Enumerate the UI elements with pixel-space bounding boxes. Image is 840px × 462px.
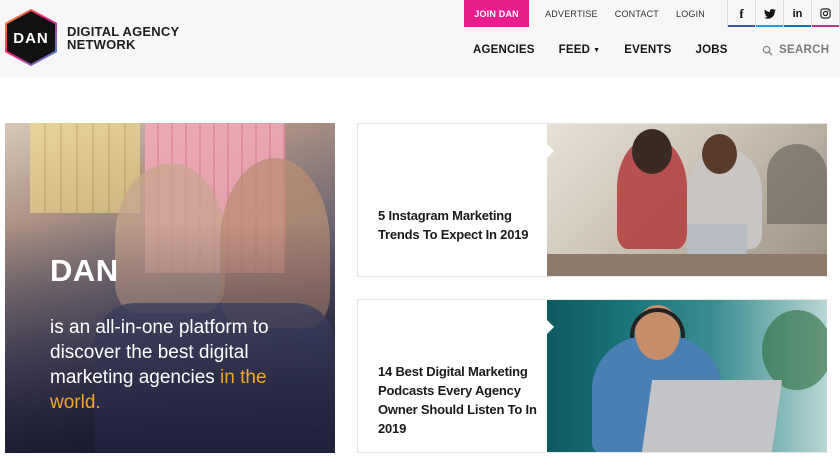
- facebook-icon: f: [739, 5, 744, 21]
- article-image[interactable]: [547, 124, 827, 276]
- card-notch: [547, 144, 554, 158]
- nav-events[interactable]: EVENTS: [624, 44, 671, 56]
- card-notch: [547, 320, 554, 334]
- twitter-icon: [763, 8, 776, 19]
- caret-down-icon: ▼: [593, 46, 601, 54]
- image-person-head: [632, 129, 672, 174]
- twitter-link[interactable]: [756, 0, 784, 27]
- nav-jobs[interactable]: JOBS: [696, 44, 728, 56]
- search-label: SEARCH: [779, 44, 830, 56]
- search-icon: [762, 45, 773, 56]
- linkedin-icon: in: [792, 7, 803, 20]
- contact-link[interactable]: CONTACT: [615, 9, 659, 19]
- nav-agencies[interactable]: AGENCIES: [473, 44, 535, 56]
- site-header: DAN DIGITAL AGENCY NETWORK JOIN DAN ADVE…: [0, 0, 840, 77]
- facebook-link[interactable]: f: [728, 0, 756, 27]
- twitter-underline: [756, 25, 783, 27]
- site-logo[interactable]: DAN DIGITAL AGENCY NETWORK: [5, 9, 179, 66]
- nav-feed-label: FEED: [558, 44, 591, 56]
- nav-agencies-label: AGENCIES: [473, 44, 535, 56]
- top-bar: JOIN DAN ADVERTISE CONTACT LOGIN f in: [464, 0, 840, 27]
- article-title[interactable]: 14 Best Digital Marketing Podcasts Every…: [378, 362, 543, 438]
- image-person-head: [702, 134, 737, 174]
- hero-title: DAN: [50, 253, 119, 288]
- login-link[interactable]: LOGIN: [676, 9, 705, 19]
- image-laptop: [641, 380, 783, 452]
- logo-name-line1: DIGITAL AGENCY: [67, 23, 180, 39]
- hero-banner[interactable]: DAN is an all-in-one platform to discove…: [5, 123, 335, 453]
- nav-feed[interactable]: FEED ▼: [559, 44, 601, 56]
- logo-name-line2: NETWORK: [67, 36, 136, 52]
- linkedin-link[interactable]: in: [784, 0, 812, 27]
- social-links: f in: [727, 0, 840, 27]
- nav-jobs-label: JOBS: [695, 44, 728, 56]
- join-dan-button[interactable]: JOIN DAN: [464, 0, 530, 27]
- main-nav: AGENCIES FEED ▼ EVENTS JOBS: [473, 44, 752, 56]
- hero-subtitle: is an all-in-one platform to discover th…: [50, 315, 320, 415]
- article-card[interactable]: 5 Instagram Marketing Trends To Expect I…: [357, 123, 827, 277]
- logo-hexagon-icon: DAN: [5, 9, 57, 66]
- article-card[interactable]: 14 Best Digital Marketing Podcasts Every…: [357, 299, 827, 453]
- article-title[interactable]: 5 Instagram Marketing Trends To Expect I…: [378, 206, 543, 244]
- headphones-icon: [630, 308, 685, 338]
- advertise-link[interactable]: ADVERTISE: [545, 9, 598, 19]
- linkedin-underline: [784, 25, 811, 27]
- facebook-underline: [728, 25, 755, 27]
- top-links: ADVERTISE CONTACT LOGIN: [529, 0, 727, 27]
- image-table: [547, 254, 827, 276]
- article-image[interactable]: [547, 300, 827, 452]
- logo-wordmark: DIGITAL AGENCY NETWORK: [67, 25, 179, 51]
- search-button[interactable]: SEARCH: [762, 44, 829, 56]
- nav-events-label: EVENTS: [624, 44, 672, 56]
- image-plant: [762, 310, 827, 390]
- instagram-link[interactable]: [812, 0, 840, 27]
- instagram-underline: [812, 25, 839, 27]
- logo-letters: DAN: [13, 30, 49, 47]
- instagram-icon: [820, 8, 831, 19]
- image-background-person: [767, 144, 827, 224]
